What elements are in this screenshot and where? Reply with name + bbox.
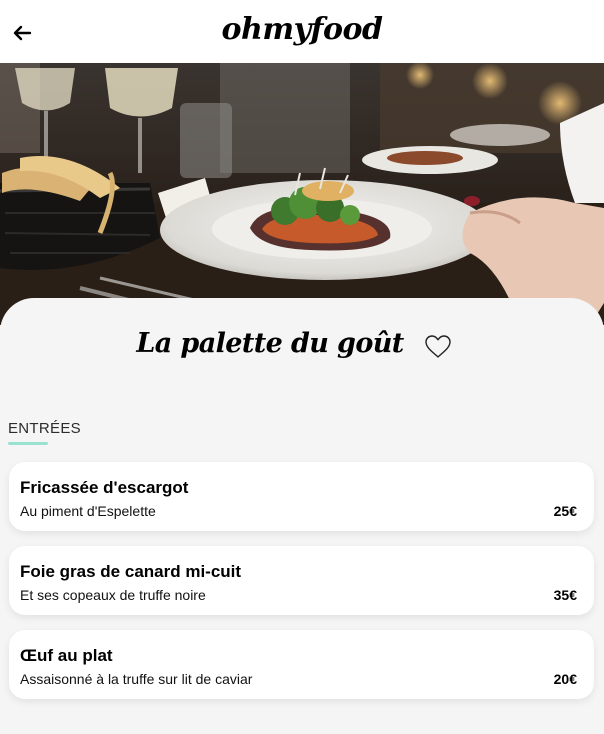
dish-description: Et ses copeaux de truffe noire xyxy=(20,587,206,603)
section-title-entrees: ENTRÉES xyxy=(8,420,81,437)
dish-description: Au piment d'Espelette xyxy=(20,503,156,519)
dish-card[interactable]: Fricassée d'escargot Au piment d'Espelet… xyxy=(9,462,594,531)
heart-outline-icon[interactable] xyxy=(424,334,452,360)
dish-card[interactable]: Œuf au plat Assaisonné à la truffe sur l… xyxy=(9,630,594,699)
dish-price: 35€ xyxy=(553,587,577,603)
section-underline xyxy=(8,442,48,445)
dish-price: 20€ xyxy=(553,671,577,687)
restaurant-name: La palette du goût xyxy=(136,328,404,359)
app-header: ohmyfood xyxy=(0,0,604,63)
restaurant-menu-sheet: La palette du goût ENTRÉES Fricassée d'e… xyxy=(0,298,604,734)
dish-description: Assaisonné à la truffe sur lit de caviar xyxy=(20,671,253,687)
dish-name: Fricassée d'escargot xyxy=(20,478,189,497)
dish-card[interactable]: Foie gras de canard mi-cuit Et ses copea… xyxy=(9,546,594,615)
dish-name: Foie gras de canard mi-cuit xyxy=(20,562,242,581)
dish-name: Œuf au plat xyxy=(20,646,113,665)
restaurant-hero-image xyxy=(0,63,604,325)
dish-price: 25€ xyxy=(553,503,577,519)
app-logo[interactable]: ohmyfood xyxy=(0,12,604,47)
